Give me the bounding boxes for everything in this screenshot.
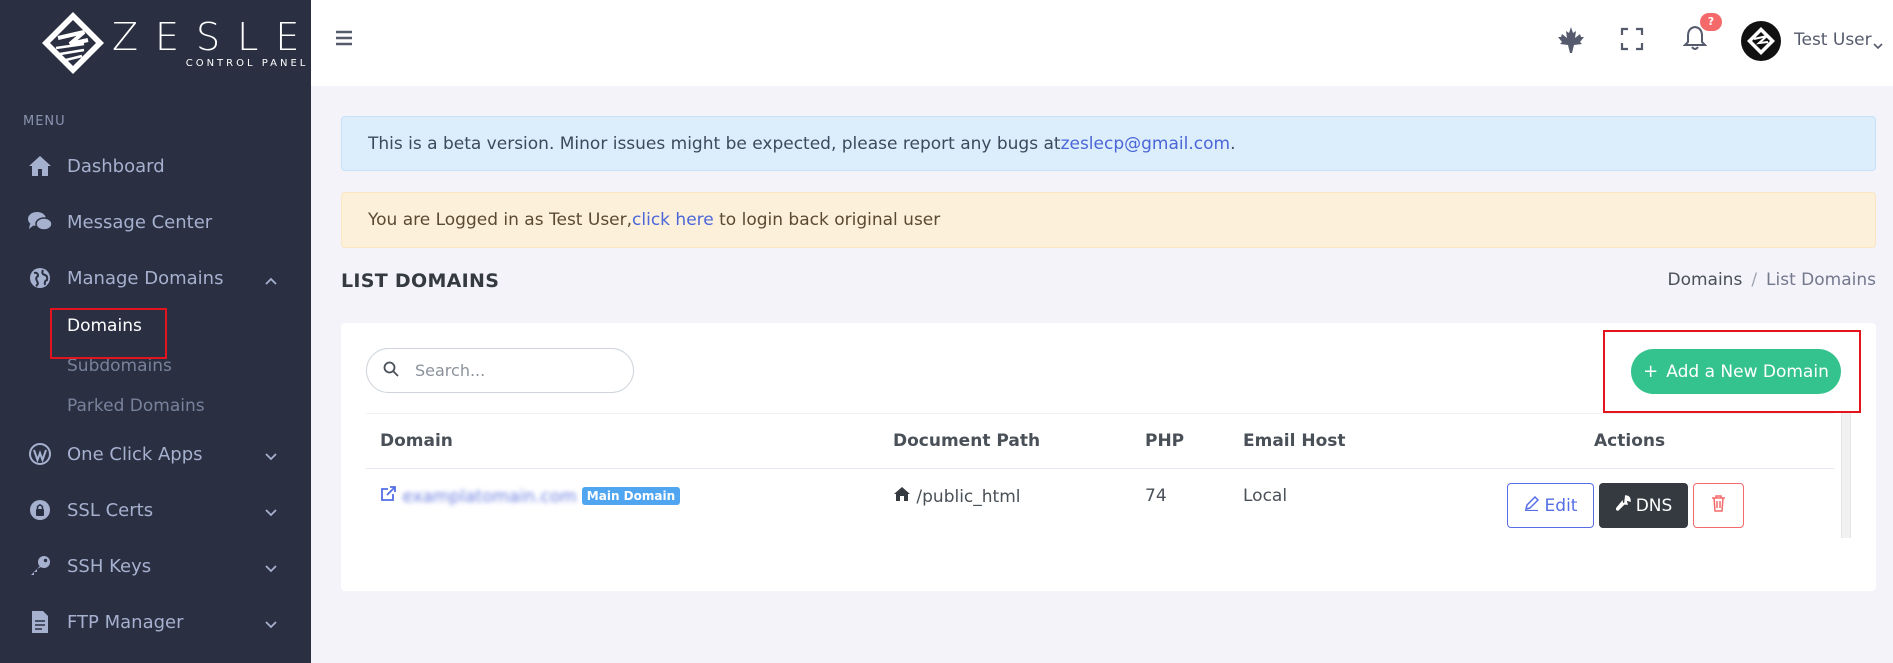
lock-icon [27,498,53,522]
sidebar-subitem-parked-domains[interactable]: Parked Domains [0,386,311,426]
impersonation-alert: You are Logged in as Test User, click he… [341,192,1876,248]
chevron-down-icon [265,557,277,578]
chat-icon [27,210,53,234]
globe-icon [27,266,53,290]
sidebar-item-label: FTP Manager [67,611,184,633]
table-scrollbar[interactable] [1841,413,1851,538]
brand-name: ZESLE [112,14,317,59]
maple-leaf-icon[interactable] [1557,26,1585,58]
edit-button[interactable]: Edit [1507,483,1594,528]
sidebar-item-label: Dashboard [67,155,165,177]
col-actions: Actions [1594,431,1666,451]
domain-cell: examplatomain.com Main Domain [380,486,681,507]
chevron-down-icon [265,613,277,634]
search-input[interactable] [415,361,615,380]
domain-link[interactable]: examplatomain.com [402,487,576,507]
main-domain-badge: Main Domain [581,487,681,505]
domains-highlight-box [50,308,167,359]
trash-icon [1711,494,1726,517]
table-header: Domain Document Path PHP Email Host Acti… [366,413,1834,469]
sidebar-item-label: One Click Apps [67,443,203,465]
chevron-up-icon [265,269,277,290]
brand-subtitle: CONTROL PANEL [185,57,309,69]
add-domain-highlight-box [1603,330,1861,413]
table-row: examplatomain.com Main Domain /public_htm… [366,469,1834,547]
home-icon [893,487,916,507]
sidebar-item-label: SSH Keys [67,555,152,577]
breadcrumb-current: List Domains [1766,270,1876,290]
sidebar-item-ssh-keys[interactable]: SSH Keys [0,538,311,594]
sidebar-item-message-center[interactable]: Message Center [0,194,311,250]
sidebar-item-ftp-manager[interactable]: FTP Manager [0,594,311,650]
menu-title: MENU [23,114,66,129]
logo[interactable]: ZESLE CONTROL PANEL [0,0,311,86]
file-icon [27,610,53,634]
fullscreen-icon[interactable] [1620,27,1644,55]
external-link-icon[interactable] [380,486,402,507]
zesle-logo-icon [40,10,106,76]
beta-alert: This is a beta version. Minor issues mig… [341,116,1876,171]
chevron-down-icon [265,501,277,522]
col-php[interactable]: PHP [1145,431,1184,451]
sidebar-item-one-click-apps[interactable]: One Click Apps [0,426,311,482]
sidebar-item-dashboard[interactable]: Dashboard [0,138,311,194]
php-cell: 74 [1145,486,1167,506]
sidebar-item-ssl-certs[interactable]: SSL Certs [0,482,311,538]
home-icon [27,154,53,178]
key-icon [27,554,53,578]
topbar [311,0,1893,86]
search-box[interactable] [366,348,634,393]
dns-button[interactable]: DNS [1599,483,1688,528]
wrench-icon [1615,495,1631,516]
breadcrumb: Domains / List Domains [1667,270,1876,290]
domains-table: Domain Document Path PHP Email Host Acti… [366,413,1834,547]
sidebar-item-label: Manage Domains [67,267,224,289]
notification-badge: ? [1700,13,1722,31]
sidebar: ZESLE CONTROL PANEL MENU Dashboard Messa… [0,0,311,663]
page-title: LIST DOMAINS [341,270,500,292]
chevron-down-icon [265,445,277,466]
wordpress-icon [27,442,53,466]
email-host-cell: Local [1243,486,1288,506]
chevron-down-icon[interactable] [1873,35,1883,54]
avatar[interactable] [1741,21,1781,61]
col-email-host[interactable]: Email Host [1243,431,1346,451]
col-document-path[interactable]: Document Path [893,431,1040,451]
col-domain[interactable]: Domain [380,431,453,451]
user-name[interactable]: Test User [1794,30,1872,50]
delete-button[interactable] [1693,483,1744,528]
document-path-cell: /public_html [893,486,1021,507]
sidebar-item-label: Message Center [67,211,213,233]
breadcrumb-domains[interactable]: Domains [1667,270,1742,290]
sidebar-item-label: SSL Certs [67,499,154,521]
pencil-icon [1524,495,1539,516]
support-email-link[interactable]: zeslecp@gmail.com [1061,134,1231,154]
login-back-link[interactable]: click here [632,210,714,230]
menu-toggle-icon[interactable] [335,30,353,50]
search-icon [383,361,399,381]
sidebar-item-manage-domains[interactable]: Manage Domains [0,250,311,306]
